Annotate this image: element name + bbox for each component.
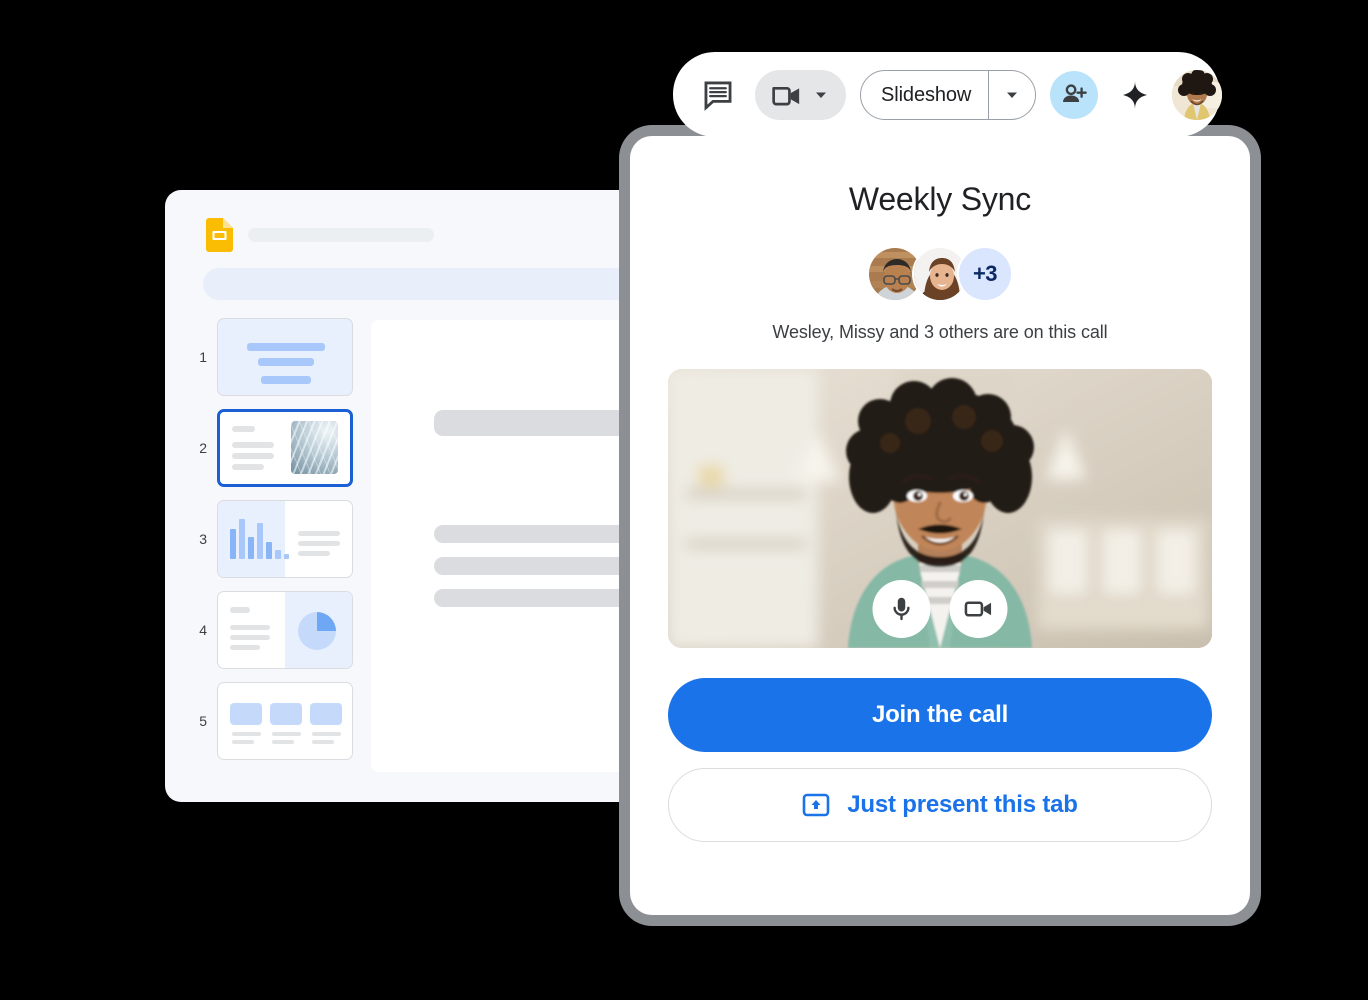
video-camera-icon	[772, 86, 800, 105]
filmstrip-item[interactable]: 2	[185, 409, 360, 487]
google-slides-icon	[206, 218, 233, 252]
video-camera-icon	[964, 601, 992, 617]
camera-dropdown-button[interactable]	[755, 69, 846, 120]
slide-thumbnail-5[interactable]	[217, 682, 353, 760]
slideshow-split-button[interactable]: Slideshow	[860, 69, 1037, 120]
chevron-down-icon	[816, 92, 826, 98]
chat-bubble-icon	[704, 81, 732, 111]
participant-overflow-count[interactable]: +3	[957, 246, 1013, 303]
sparkle-icon	[1123, 80, 1148, 109]
chat-button[interactable]	[695, 72, 741, 118]
meeting-title: Weekly Sync	[848, 181, 1032, 217]
slide-number: 1	[199, 349, 207, 365]
camera-toggle-button[interactable]	[949, 580, 1008, 639]
filmstrip-item[interactable]: 1	[185, 318, 360, 396]
participant-avatar-stack: +3	[668, 246, 1212, 303]
present-to-screen-icon	[802, 794, 830, 817]
slides-document-title-placeholder[interactable]	[248, 228, 434, 242]
meet-toolbar: Slideshow	[673, 52, 1223, 137]
slideshow-dropdown-toggle[interactable]	[989, 71, 1035, 119]
slide-thumbnail-2[interactable]	[217, 409, 353, 487]
slide-number: 2	[199, 440, 207, 456]
slide-thumbnail-1[interactable]	[217, 318, 353, 396]
filmstrip-item[interactable]: 3	[185, 500, 360, 578]
slide-number: 3	[199, 531, 207, 547]
self-video-preview	[668, 369, 1212, 649]
present-button-label: Just present this tab	[847, 791, 1078, 819]
filmstrip-item[interactable]: 5	[185, 682, 360, 760]
join-the-call-button[interactable]: Join the call	[668, 678, 1212, 753]
microphone-toggle-button[interactable]	[872, 580, 931, 639]
filmstrip-item[interactable]: 4	[185, 591, 360, 669]
video-controls	[872, 580, 1008, 639]
slide-filmstrip: 1 2 3 4 5	[185, 318, 360, 773]
meet-join-card: Weekly Sync +3 Wesley, Missy and 3 other…	[630, 136, 1250, 915]
screenshot-stage: 1 2 3 4 5 Weekly Sync +3 Wesley, Missy a…	[0, 0, 1368, 1000]
slide-thumbnail-3[interactable]	[217, 500, 353, 578]
slide-number: 5	[199, 713, 207, 729]
just-present-this-tab-button[interactable]: Just present this tab	[668, 768, 1212, 843]
slide-thumbnail-4[interactable]	[217, 591, 353, 669]
microphone-icon	[893, 598, 910, 621]
slide-number: 4	[199, 622, 207, 638]
slideshow-label[interactable]: Slideshow	[861, 71, 988, 119]
slides-toolbar-placeholder	[203, 268, 703, 300]
gemini-sparkle-button[interactable]	[1112, 72, 1158, 118]
participants-summary: Wesley, Missy and 3 others are on this c…	[772, 322, 1108, 343]
chevron-down-icon	[1007, 92, 1018, 98]
add-people-button[interactable]	[1050, 70, 1099, 119]
account-avatar[interactable]	[1172, 69, 1223, 120]
person-add-icon	[1063, 83, 1088, 102]
